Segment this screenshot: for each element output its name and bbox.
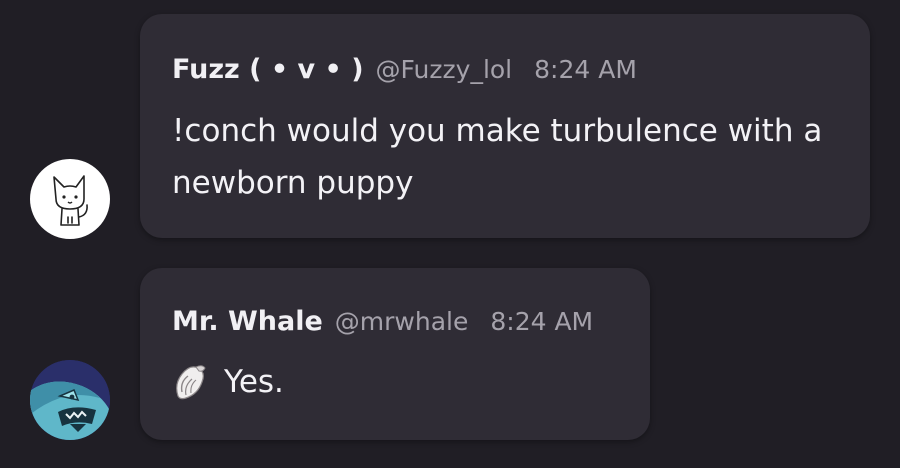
message-header: Mr. Whale @mrwhale 8:24 AM <box>172 306 593 337</box>
avatar[interactable] <box>30 159 110 239</box>
message-content: Yes. <box>172 356 284 408</box>
message-timestamp: 8:24 AM <box>490 307 594 336</box>
author-handle[interactable]: @mrwhale <box>335 307 469 336</box>
message-bubble[interactable]: Mr. Whale @mrwhale 8:24 AM Yes. <box>140 268 650 440</box>
message-text: !conch would you make turbulence with a … <box>172 113 823 201</box>
spiral-shell-icon <box>172 362 210 402</box>
author-name[interactable]: Fuzz ( • v • ) <box>172 54 364 85</box>
avatar[interactable] <box>30 360 110 440</box>
message-text: Yes. <box>224 364 284 400</box>
message-header: Fuzz ( • v • ) @Fuzzy_lol 8:24 AM <box>172 54 637 85</box>
message-bubble[interactable]: Fuzz ( • v • ) @Fuzzy_lol 8:24 AM !conch… <box>140 14 870 238</box>
whale-avatar-icon <box>30 360 110 440</box>
cat-avatar-icon <box>53 175 88 226</box>
author-name[interactable]: Mr. Whale <box>172 306 323 337</box>
author-handle[interactable]: @Fuzzy_lol <box>376 55 513 84</box>
message-timestamp: 8:24 AM <box>534 55 637 84</box>
